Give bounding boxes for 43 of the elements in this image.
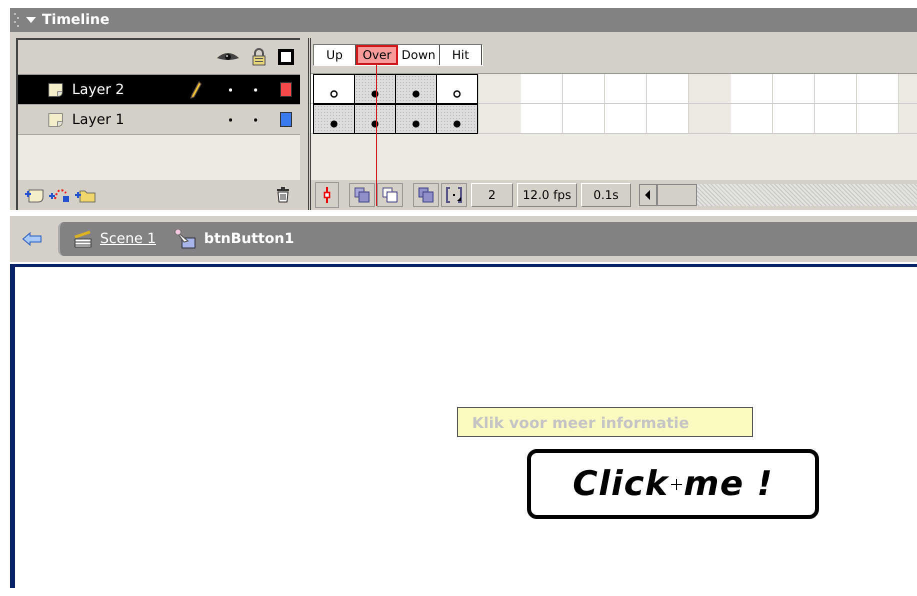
symbol-name: btnButton1 xyxy=(204,231,294,247)
center-frame-icon[interactable] xyxy=(315,182,339,208)
scene-link[interactable]: Scene 1 xyxy=(100,231,156,247)
current-frame-field: 2 xyxy=(471,183,513,207)
unlocked-dot-icon[interactable] xyxy=(254,88,258,92)
layer-icon xyxy=(48,80,64,98)
lock-icon xyxy=(252,48,266,66)
layer-name: Layer 2 xyxy=(72,82,126,98)
frame-label[interactable]: Over xyxy=(356,45,398,65)
registration-cross-icon xyxy=(670,478,682,490)
scroll-left-icon[interactable] xyxy=(639,184,657,206)
outline-square-icon xyxy=(278,49,294,65)
trash-icon[interactable] xyxy=(276,187,290,203)
add-layer-icon[interactable] xyxy=(24,187,44,203)
layer-icon xyxy=(48,110,64,128)
layer-name: Layer 1 xyxy=(72,112,126,128)
grip-icon xyxy=(14,12,20,28)
elapsed-time-field: 0.1s xyxy=(581,183,631,207)
visible-dot-icon[interactable] xyxy=(229,118,232,122)
unlocked-dot-icon[interactable] xyxy=(254,118,258,122)
clapperboard-icon xyxy=(74,230,92,248)
panel-title: Timeline xyxy=(42,12,110,28)
onion-skin-icon[interactable] xyxy=(349,183,375,207)
frame-rate-field[interactable]: 12.0 fps xyxy=(517,183,577,207)
edit-multiple-frames-icon[interactable] xyxy=(413,183,439,207)
onion-markers-icon[interactable] xyxy=(441,183,467,207)
onion-outline-icon[interactable] xyxy=(377,183,403,207)
button-symbol-icon xyxy=(174,229,196,249)
visible-dot-icon[interactable] xyxy=(229,88,232,92)
outline-color-swatch[interactable] xyxy=(280,82,292,97)
outline-color-swatch[interactable] xyxy=(280,112,292,127)
button-text: me ! xyxy=(684,464,774,504)
frame-label[interactable]: Hit xyxy=(440,45,482,65)
button-text: Click xyxy=(572,464,669,504)
button-graphic[interactable]: Click me ! xyxy=(527,449,819,519)
add-guide-layer-icon[interactable] xyxy=(48,187,70,203)
back-arrow-icon[interactable] xyxy=(22,232,42,246)
frame-label[interactable]: Up xyxy=(314,45,356,65)
layer-row[interactable]: Layer 2 xyxy=(18,75,300,105)
collapse-triangle-icon[interactable] xyxy=(26,15,36,25)
horizontal-scrollbar[interactable] xyxy=(639,184,917,206)
frame-label[interactable]: Down xyxy=(398,45,440,65)
scroll-thumb[interactable] xyxy=(657,184,697,206)
